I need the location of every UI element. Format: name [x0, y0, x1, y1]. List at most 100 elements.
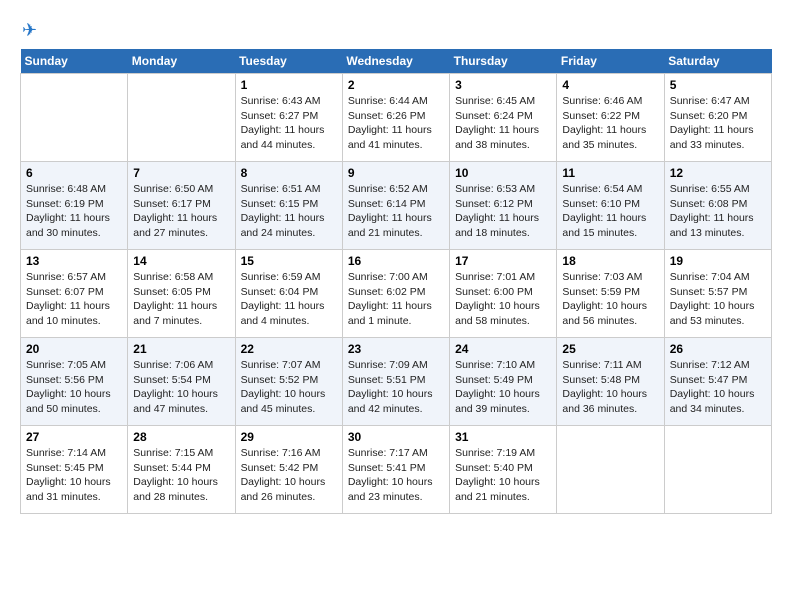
calendar-cell: 23 Sunrise: 7:09 AM Sunset: 5:51 PM Dayli…	[342, 338, 449, 426]
day-number: 17	[455, 254, 551, 268]
day-number: 27	[26, 430, 122, 444]
day-info: Sunrise: 7:00 AM Sunset: 6:02 PM Dayligh…	[348, 270, 444, 329]
calendar-cell: 9 Sunrise: 6:52 AM Sunset: 6:14 PM Daylig…	[342, 162, 449, 250]
calendar-week-row: 6 Sunrise: 6:48 AM Sunset: 6:19 PM Daylig…	[21, 162, 772, 250]
header-friday: Friday	[557, 49, 664, 74]
day-number: 1	[241, 78, 337, 92]
day-number: 24	[455, 342, 551, 356]
calendar-cell: 29 Sunrise: 7:16 AM Sunset: 5:42 PM Dayli…	[235, 426, 342, 514]
calendar-cell: 7 Sunrise: 6:50 AM Sunset: 6:17 PM Daylig…	[128, 162, 235, 250]
day-info: Sunrise: 6:51 AM Sunset: 6:15 PM Dayligh…	[241, 182, 337, 241]
day-info: Sunrise: 7:15 AM Sunset: 5:44 PM Dayligh…	[133, 446, 229, 505]
day-number: 4	[562, 78, 658, 92]
calendar-cell: 11 Sunrise: 6:54 AM Sunset: 6:10 PM Dayli…	[557, 162, 664, 250]
day-number: 2	[348, 78, 444, 92]
calendar-cell: 28 Sunrise: 7:15 AM Sunset: 5:44 PM Dayli…	[128, 426, 235, 514]
header-monday: Monday	[128, 49, 235, 74]
day-info: Sunrise: 7:16 AM Sunset: 5:42 PM Dayligh…	[241, 446, 337, 505]
day-info: Sunrise: 6:47 AM Sunset: 6:20 PM Dayligh…	[670, 94, 766, 153]
day-number: 20	[26, 342, 122, 356]
day-info: Sunrise: 6:52 AM Sunset: 6:14 PM Dayligh…	[348, 182, 444, 241]
calendar-cell: 8 Sunrise: 6:51 AM Sunset: 6:15 PM Daylig…	[235, 162, 342, 250]
day-number: 9	[348, 166, 444, 180]
day-number: 15	[241, 254, 337, 268]
day-number: 26	[670, 342, 766, 356]
calendar-week-row: 27 Sunrise: 7:14 AM Sunset: 5:45 PM Dayli…	[21, 426, 772, 514]
calendar-cell	[128, 74, 235, 162]
day-info: Sunrise: 7:04 AM Sunset: 5:57 PM Dayligh…	[670, 270, 766, 329]
day-info: Sunrise: 6:50 AM Sunset: 6:17 PM Dayligh…	[133, 182, 229, 241]
day-number: 21	[133, 342, 229, 356]
calendar-cell: 3 Sunrise: 6:45 AM Sunset: 6:24 PM Daylig…	[450, 74, 557, 162]
day-number: 31	[455, 430, 551, 444]
day-number: 8	[241, 166, 337, 180]
calendar-cell: 18Sunrise: 7:03 AM Sunset: 5:59 PM Dayli…	[557, 250, 664, 338]
day-info: Sunrise: 6:46 AM Sunset: 6:22 PM Dayligh…	[562, 94, 658, 153]
day-info: Sunrise: 7:05 AM Sunset: 5:56 PM Dayligh…	[26, 358, 122, 417]
day-number: 23	[348, 342, 444, 356]
calendar-cell: 5 Sunrise: 6:47 AM Sunset: 6:20 PM Daylig…	[664, 74, 771, 162]
day-info: Sunrise: 6:59 AM Sunset: 6:04 PM Dayligh…	[241, 270, 337, 329]
day-info: Sunrise: 7:19 AM Sunset: 5:40 PM Dayligh…	[455, 446, 551, 505]
header-thursday: Thursday	[450, 49, 557, 74]
calendar-week-row: 13 Sunrise: 6:57 AM Sunset: 6:07 PM Dayli…	[21, 250, 772, 338]
day-info: Sunrise: 6:54 AM Sunset: 6:10 PM Dayligh…	[562, 182, 658, 241]
header-sunday: Sunday	[21, 49, 128, 74]
day-info: Sunrise: 7:07 AM Sunset: 5:52 PM Dayligh…	[241, 358, 337, 417]
day-info: Sunrise: 7:09 AM Sunset: 5:51 PM Dayligh…	[348, 358, 444, 417]
calendar-cell	[557, 426, 664, 514]
day-number: 29	[241, 430, 337, 444]
calendar-cell: 30Sunrise: 7:17 AM Sunset: 5:41 PM Dayli…	[342, 426, 449, 514]
day-number: 7	[133, 166, 229, 180]
day-info: Sunrise: 6:57 AM Sunset: 6:07 PM Dayligh…	[26, 270, 122, 329]
calendar-cell: 15 Sunrise: 6:59 AM Sunset: 6:04 PM Dayli…	[235, 250, 342, 338]
day-number: 13	[26, 254, 122, 268]
calendar-cell: 16 Sunrise: 7:00 AM Sunset: 6:02 PM Dayli…	[342, 250, 449, 338]
calendar-cell: 27 Sunrise: 7:14 AM Sunset: 5:45 PM Dayli…	[21, 426, 128, 514]
calendar-cell: 13 Sunrise: 6:57 AM Sunset: 6:07 PM Dayli…	[21, 250, 128, 338]
calendar-table: Sunday Monday Tuesday Wednesday Thursday…	[20, 49, 772, 514]
calendar-week-row: 20 Sunrise: 7:05 AM Sunset: 5:56 PM Dayli…	[21, 338, 772, 426]
calendar-cell: 31 Sunrise: 7:19 AM Sunset: 5:40 PM Dayli…	[450, 426, 557, 514]
weekday-header-row: Sunday Monday Tuesday Wednesday Thursday…	[21, 49, 772, 74]
day-info: Sunrise: 7:12 AM Sunset: 5:47 PM Dayligh…	[670, 358, 766, 417]
calendar-cell: 2 Sunrise: 6:44 AM Sunset: 6:26 PM Daylig…	[342, 74, 449, 162]
day-number: 3	[455, 78, 551, 92]
day-info: Sunrise: 7:17 AM Sunset: 5:41 PM Dayligh…	[348, 446, 444, 505]
calendar-cell: 24 Sunrise: 7:10 AM Sunset: 5:49 PM Dayli…	[450, 338, 557, 426]
day-number: 19	[670, 254, 766, 268]
day-info: Sunrise: 7:14 AM Sunset: 5:45 PM Dayligh…	[26, 446, 122, 505]
day-number: 10	[455, 166, 551, 180]
day-info: Sunrise: 6:45 AM Sunset: 6:24 PM Dayligh…	[455, 94, 551, 153]
header-saturday: Saturday	[664, 49, 771, 74]
day-info: Sunrise: 6:55 AM Sunset: 6:08 PM Dayligh…	[670, 182, 766, 241]
day-number: 16	[348, 254, 444, 268]
day-number: 25	[562, 342, 658, 356]
day-number: 11	[562, 166, 658, 180]
day-info: Sunrise: 7:11 AM Sunset: 5:48 PM Dayligh…	[562, 358, 658, 417]
day-info: Sunrise: 7:10 AM Sunset: 5:49 PM Dayligh…	[455, 358, 551, 417]
day-info: Sunrise: 6:48 AM Sunset: 6:19 PM Dayligh…	[26, 182, 122, 241]
day-number: 18	[562, 254, 658, 268]
calendar-cell: 25 Sunrise: 7:11 AM Sunset: 5:48 PM Dayli…	[557, 338, 664, 426]
day-info: Sunrise: 6:44 AM Sunset: 6:26 PM Dayligh…	[348, 94, 444, 153]
calendar-cell: 1Sunrise: 6:43 AM Sunset: 6:27 PM Daylig…	[235, 74, 342, 162]
day-number: 6	[26, 166, 122, 180]
day-number: 5	[670, 78, 766, 92]
header-tuesday: Tuesday	[235, 49, 342, 74]
day-info: Sunrise: 6:58 AM Sunset: 6:05 PM Dayligh…	[133, 270, 229, 329]
calendar-cell: 26 Sunrise: 7:12 AM Sunset: 5:47 PM Dayli…	[664, 338, 771, 426]
calendar-cell: 19 Sunrise: 7:04 AM Sunset: 5:57 PM Dayli…	[664, 250, 771, 338]
calendar-cell	[21, 74, 128, 162]
day-number: 14	[133, 254, 229, 268]
calendar-cell: 6 Sunrise: 6:48 AM Sunset: 6:19 PM Daylig…	[21, 162, 128, 250]
calendar-cell: 21 Sunrise: 7:06 AM Sunset: 5:54 PM Dayli…	[128, 338, 235, 426]
day-info: Sunrise: 7:06 AM Sunset: 5:54 PM Dayligh…	[133, 358, 229, 417]
calendar-cell: 4 Sunrise: 6:46 AM Sunset: 6:22 PM Daylig…	[557, 74, 664, 162]
logo: ✈	[20, 20, 37, 41]
calendar-cell: 12Sunrise: 6:55 AM Sunset: 6:08 PM Dayli…	[664, 162, 771, 250]
day-info: Sunrise: 6:53 AM Sunset: 6:12 PM Dayligh…	[455, 182, 551, 241]
header-wednesday: Wednesday	[342, 49, 449, 74]
day-number: 28	[133, 430, 229, 444]
calendar-week-row: 1Sunrise: 6:43 AM Sunset: 6:27 PM Daylig…	[21, 74, 772, 162]
